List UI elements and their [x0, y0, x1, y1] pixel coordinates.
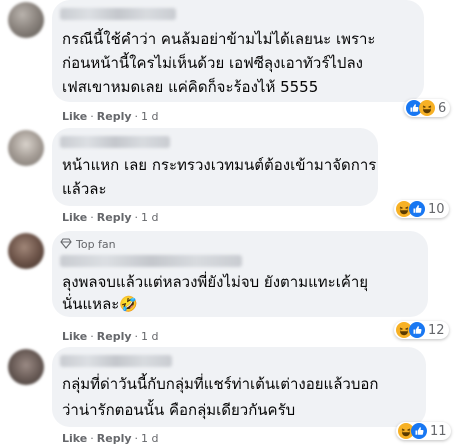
reaction-count: 10	[428, 201, 445, 217]
comment-bubble: กรณีนี้ใช้คำว่า คนล้มอย่าข้ามไม่ได้เลยนะ…	[52, 0, 424, 102]
like-link[interactable]: Like	[62, 211, 87, 224]
separator: ·	[134, 110, 139, 123]
avatar[interactable]	[8, 2, 44, 38]
separator: ·	[134, 330, 139, 343]
comment-actions: Like · Reply · 1 d	[62, 330, 159, 343]
reaction-summary[interactable]: 10	[394, 200, 449, 218]
avatar[interactable]	[8, 349, 44, 385]
separator: ·	[90, 432, 94, 445]
reaction-summary[interactable]: 11	[396, 422, 451, 440]
like-link[interactable]: Like	[62, 330, 87, 343]
separator: ·	[90, 330, 94, 343]
comment-text-line: แล้วละ	[62, 180, 107, 198]
separator: ·	[134, 432, 139, 445]
reaction-count: 6	[438, 100, 447, 116]
like-icon	[409, 201, 425, 217]
avatar[interactable]	[8, 130, 44, 166]
like-icon	[411, 423, 427, 439]
comment-actions: Like · Reply · 1 d	[62, 211, 159, 224]
separator: ·	[134, 211, 139, 224]
comment-text-line: ลุงพลจบแล้วแต่หลวงพี่ยังไม่จบ ยังตามแทะเ…	[62, 273, 369, 291]
comment-bubble: กลุ่มที่ด่าวันนี้กับกลุ่มที่แชร์ท่าเต้นเ…	[52, 347, 426, 427]
comment-bubble: หน้าแหก เลย กระทรวงเวทมนต์ต้องเข้ามาจัดก…	[52, 128, 378, 206]
reply-link[interactable]: Reply	[97, 432, 132, 445]
commenter-name[interactable]	[60, 8, 176, 20]
timestamp[interactable]: 1 d	[141, 211, 158, 224]
timestamp[interactable]: 1 d	[141, 330, 158, 343]
comment-actions: Like · Reply · 1 d	[62, 110, 159, 123]
top-fan-badge: Top fan	[60, 237, 116, 252]
reaction-summary[interactable]: 12	[394, 321, 449, 339]
avatar[interactable]	[8, 233, 44, 269]
like-link[interactable]: Like	[62, 110, 87, 123]
reply-link[interactable]: Reply	[97, 110, 132, 123]
timestamp[interactable]: 1 d	[141, 432, 158, 445]
comment-text-line: กลุ่มที่ด่าวันนี้กับกลุ่มที่แชร์ท่าเต้นเ…	[62, 375, 379, 393]
separator: ·	[90, 110, 94, 123]
reaction-summary[interactable]: 6	[404, 99, 451, 117]
comment-text-line: เฟสเขาหมดเลย แค่คิดก็จะร้องไห้ 5555	[62, 78, 319, 96]
reaction-count: 11	[430, 423, 447, 439]
comment-text-line: หน้าแหก เลย กระทรวงเวทมนต์ต้องเข้ามาจัดก…	[62, 156, 377, 174]
like-link[interactable]: Like	[62, 432, 87, 445]
commenter-name[interactable]	[60, 355, 172, 367]
reply-link[interactable]: Reply	[97, 211, 132, 224]
like-icon	[409, 322, 425, 338]
comment-bubble: Top fan ลุงพลจบแล้วแต่หลวงพี่ยังไม่จบ ยั…	[52, 231, 428, 317]
haha-icon	[419, 100, 435, 116]
reply-link[interactable]: Reply	[97, 330, 132, 343]
comment-text-line: ว่าน่ารักตอนนั้น คือกลุ่มเดียวกันครับ	[62, 401, 296, 419]
separator: ·	[90, 211, 94, 224]
diamond-icon	[60, 237, 72, 252]
comment-text-line: ก่อนหน้านี้ใครไม่เห็นด้วย เอฟซีลุงเอาทัว…	[62, 54, 363, 72]
commenter-name[interactable]	[60, 136, 170, 148]
top-fan-label: Top fan	[76, 238, 116, 251]
reaction-count: 12	[428, 322, 445, 338]
comment-text-line: กรณีนี้ใช้คำว่า คนล้มอย่าข้ามไม่ได้เลยนะ…	[62, 30, 376, 48]
comment-text-line: นั่นแหละ🤣	[62, 295, 138, 313]
comment-actions: Like · Reply · 1 d	[62, 432, 159, 445]
timestamp[interactable]: 1 d	[141, 110, 158, 123]
commenter-name[interactable]	[60, 255, 242, 267]
